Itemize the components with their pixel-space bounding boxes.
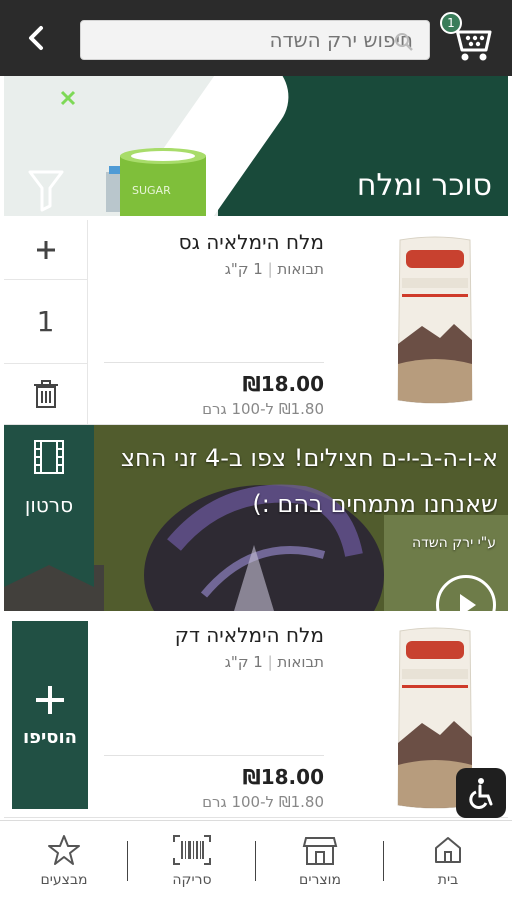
star-icon bbox=[48, 834, 80, 865]
search-input[interactable] bbox=[81, 28, 413, 52]
product-brand: תבואות bbox=[277, 653, 324, 671]
barcode-icon bbox=[173, 834, 211, 865]
video-caption: א-ו-ה-ב-י-ם חצילים! צפו ב-4 זני החצ שאנח… bbox=[121, 435, 498, 527]
chevron-left-icon bbox=[29, 26, 43, 50]
category-title: סוכר ומלח bbox=[356, 168, 492, 203]
nav-item-products[interactable]: מוצרים bbox=[256, 821, 384, 900]
product-price: ₪18.00 bbox=[242, 765, 324, 789]
product-meta: תבואות | 1 ק"ג bbox=[225, 260, 324, 278]
app-screen: 1 SUGAR סוכר ומלח 1 bbox=[0, 0, 512, 900]
product-size: 1 ק"ג bbox=[224, 653, 263, 671]
home-icon bbox=[435, 836, 461, 863]
plus-icon bbox=[36, 240, 55, 259]
nav-label: בית bbox=[437, 871, 459, 888]
cart-button[interactable]: 1 bbox=[440, 12, 496, 64]
increase-button[interactable] bbox=[4, 220, 87, 280]
quantity-controls: 1 bbox=[4, 220, 88, 424]
product-meta: תבואות | 1 ק"ג bbox=[225, 653, 324, 671]
play-button[interactable] bbox=[436, 575, 496, 611]
product-image[interactable] bbox=[392, 234, 478, 406]
category-banner: SUGAR סוכר ומלח bbox=[4, 76, 508, 216]
product-size: 1 ק"ג bbox=[224, 260, 263, 278]
product-card: הוסיפו מלח הימלאיה דק תבואות | 1 ק"ג ₪18… bbox=[4, 613, 508, 818]
nav-label: סריקה bbox=[172, 871, 212, 888]
video-credit: ע"י ירק השדה bbox=[411, 535, 496, 551]
nav-item-home[interactable]: בית bbox=[384, 821, 512, 900]
top-bar: 1 bbox=[0, 0, 512, 76]
unit-price: ₪1.80 ל-100 גרם bbox=[202, 793, 324, 811]
video-caption-line1: א-ו-ה-ב-י-ם חצילים! צפו ב-4 זני החצ bbox=[120, 444, 498, 472]
quantity-value: 1 bbox=[4, 280, 87, 364]
trash-icon bbox=[33, 380, 58, 408]
nav-item-scan[interactable]: סריקה bbox=[128, 821, 256, 900]
bottom-navigation: בית מוצרים סריקה מבצעים bbox=[0, 820, 512, 900]
close-icon bbox=[60, 90, 76, 106]
video-card[interactable]: א-ו-ה-ב-י-ם חצילים! צפו ב-4 זני החצ שאנח… bbox=[4, 425, 508, 611]
store-icon bbox=[302, 836, 338, 865]
video-tag: סרטון bbox=[4, 425, 94, 565]
play-icon bbox=[460, 594, 476, 611]
cart-count-badge: 1 bbox=[440, 12, 462, 34]
jar-label: SUGAR bbox=[132, 184, 171, 197]
meta-separator: | bbox=[262, 260, 273, 278]
product-name[interactable]: מלח הימלאיה גס bbox=[179, 230, 324, 254]
unit-price: ₪1.80 ל-100 גרם bbox=[202, 400, 324, 418]
product-price: ₪18.00 bbox=[242, 372, 324, 396]
video-caption-line2: שאנחנו מתמחים בהם :) bbox=[252, 490, 498, 518]
search-icon bbox=[395, 33, 413, 51]
accessibility-button[interactable] bbox=[456, 768, 506, 818]
video-tag-label: סרטון bbox=[24, 493, 74, 517]
nav-item-deals[interactable]: מבצעים bbox=[0, 821, 128, 900]
nav-label: מוצרים bbox=[299, 871, 341, 888]
meta-separator: | bbox=[262, 653, 273, 671]
video-tag-tail bbox=[4, 565, 94, 587]
divider bbox=[104, 362, 324, 363]
nav-label: מבצעים bbox=[40, 871, 88, 888]
back-button[interactable] bbox=[16, 18, 56, 58]
delete-button[interactable] bbox=[4, 364, 87, 424]
product-name[interactable]: מלח הימלאיה דק bbox=[175, 623, 324, 647]
plus-icon bbox=[36, 685, 64, 714]
product-brand: תבואות bbox=[277, 260, 324, 278]
add-label: הוסיפו bbox=[22, 726, 78, 748]
search-field[interactable] bbox=[80, 20, 430, 60]
divider bbox=[104, 755, 324, 756]
film-icon bbox=[34, 440, 64, 474]
wheelchair-icon bbox=[469, 778, 493, 809]
product-card: 1 מלח הימלאיה גס תבואות | 1 ק"ג ₪18.00 ₪… bbox=[4, 220, 508, 425]
add-to-cart-button[interactable]: הוסיפו bbox=[12, 621, 88, 809]
sugar-jar-image: SUGAR bbox=[106, 148, 206, 216]
filter-icon[interactable] bbox=[26, 168, 66, 212]
